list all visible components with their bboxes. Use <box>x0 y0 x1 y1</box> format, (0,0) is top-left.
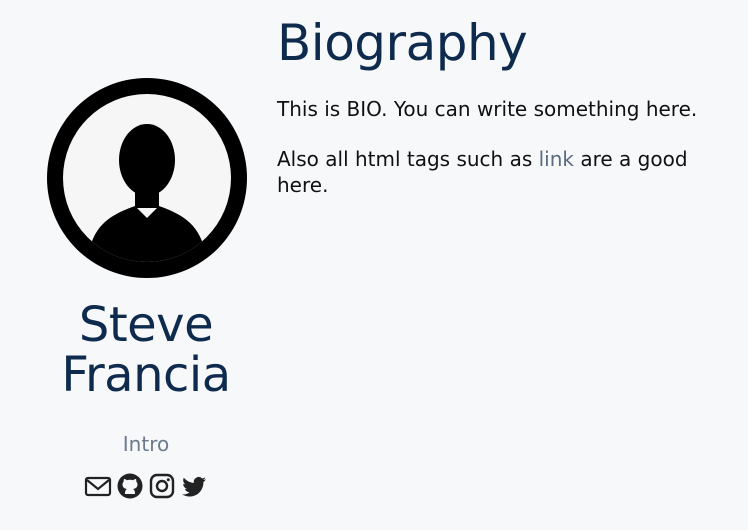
intro-link[interactable]: Intro <box>36 432 256 456</box>
bio-inline-link[interactable]: link <box>539 147 574 171</box>
profile-name: Steve Francia <box>36 300 256 400</box>
mail-link[interactable] <box>84 472 112 500</box>
profile-last-name: Francia <box>61 347 231 403</box>
bio-paragraph-2: Also all html tags such as link are a go… <box>277 146 737 198</box>
twitter-link[interactable] <box>180 472 208 500</box>
profile-first-name: Steve <box>78 297 214 353</box>
mail-icon <box>84 476 112 497</box>
biography-section: Biography This is BIO. You can write som… <box>277 12 737 198</box>
social-links <box>36 472 256 500</box>
bio-paragraph-2-before: Also all html tags such as <box>277 147 539 171</box>
instagram-icon <box>149 473 175 499</box>
avatar <box>47 78 247 278</box>
instagram-link[interactable] <box>148 472 176 500</box>
twitter-icon <box>182 477 206 497</box>
page-title: Biography <box>277 14 528 72</box>
profile-sidebar: Steve Francia Intro <box>36 78 256 500</box>
bio-paragraph-1: This is BIO. You can write something her… <box>277 97 698 121</box>
github-icon <box>117 473 143 499</box>
github-link[interactable] <box>116 472 144 500</box>
